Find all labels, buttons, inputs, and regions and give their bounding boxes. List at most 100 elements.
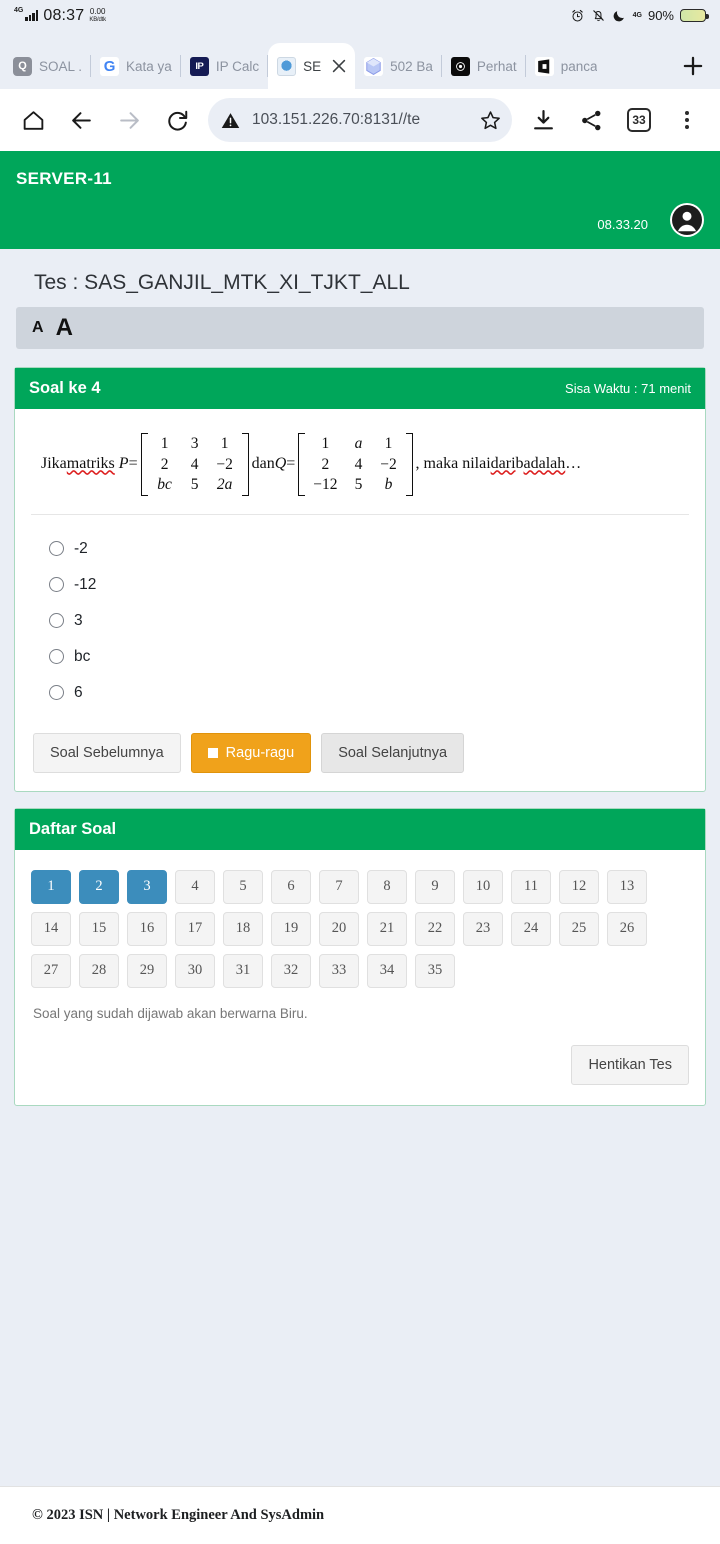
share-button[interactable] xyxy=(568,97,614,143)
question-number-19[interactable]: 19 xyxy=(271,911,311,946)
question-number-14[interactable]: 14 xyxy=(31,911,71,946)
question-number-13[interactable]: 13 xyxy=(607,869,647,904)
reload-button[interactable] xyxy=(154,97,200,143)
question-number-4[interactable]: 4 xyxy=(175,869,215,904)
address-bar[interactable]: 103.151.226.70:8131//te xyxy=(208,98,512,142)
question-word-adalah: adalah xyxy=(523,455,566,473)
question-number-16[interactable]: 16 xyxy=(127,911,167,946)
question-number-9[interactable]: 9 xyxy=(415,869,455,904)
question-card-header: Soal ke 4 Sisa Waktu : 71 menit xyxy=(15,368,705,409)
question-number-20[interactable]: 20 xyxy=(319,911,359,946)
status-left-group: 4G 08:37 0.00 KB/dtk xyxy=(14,7,106,25)
radio-button[interactable] xyxy=(49,613,64,629)
browser-tab-6[interactable]: panca xyxy=(526,43,607,89)
browser-tab-strip[interactable]: Q SOAL . G Kata ya IP IP Calc SE 502 Ba … xyxy=(0,31,720,89)
question-number-8[interactable]: 8 xyxy=(367,869,407,904)
question-number-21[interactable]: 21 xyxy=(367,911,407,946)
question-number-32[interactable]: 32 xyxy=(271,953,311,988)
radio-button[interactable] xyxy=(49,577,64,593)
browser-toolbar[interactable]: 103.151.226.70:8131//te 33 xyxy=(0,89,720,151)
question-number-27[interactable]: 27 xyxy=(31,953,71,988)
question-number-26[interactable]: 26 xyxy=(607,911,647,946)
font-size-toolbar[interactable]: A A xyxy=(16,307,704,349)
test-title: Tes : SAS_GANJIL_MTK_XI_TJKT_ALL xyxy=(34,271,410,294)
tab-label: Perhat xyxy=(476,58,517,74)
browser-tab-2[interactable]: IP IP Calc xyxy=(181,43,269,89)
browser-tab-3-active[interactable]: SE xyxy=(268,43,356,89)
user-avatar-icon[interactable] xyxy=(670,203,704,237)
battery-icon xyxy=(680,9,709,22)
radio-button[interactable] xyxy=(49,649,64,665)
question-number-12[interactable]: 12 xyxy=(559,869,599,904)
share-icon xyxy=(581,110,600,130)
cell: 5 xyxy=(354,476,363,494)
close-icon[interactable] xyxy=(329,56,349,76)
question-number-35[interactable]: 35 xyxy=(415,953,455,988)
question-number-11[interactable]: 11 xyxy=(511,869,551,904)
font-decrease-button[interactable]: A xyxy=(32,319,44,337)
mark-doubt-label: Ragu-ragu xyxy=(225,744,295,761)
question-number-23[interactable]: 23 xyxy=(463,911,503,946)
question-number-29[interactable]: 29 xyxy=(127,953,167,988)
browser-tab-4[interactable]: 502 Ba xyxy=(355,43,442,89)
question-tail-1: , maka nilai xyxy=(415,455,491,473)
matrix-p: 1 3 1 2 4 −2 bc 5 2a xyxy=(140,433,249,496)
next-question-button[interactable]: Soal Selanjutnya xyxy=(321,732,465,773)
previous-question-button[interactable]: Soal Sebelumnya xyxy=(33,732,181,773)
question-number-17[interactable]: 17 xyxy=(175,911,215,946)
question-number-6[interactable]: 6 xyxy=(271,869,311,904)
question-number-18[interactable]: 18 xyxy=(223,911,263,946)
question-card-body: Jika matriks P = 1 3 1 2 4 −2 bc 5 2a da… xyxy=(15,409,705,791)
download-button[interactable] xyxy=(520,97,566,143)
back-button[interactable] xyxy=(58,97,104,143)
cell: 4 xyxy=(354,455,363,473)
question-word-matriks: matriks xyxy=(66,455,115,473)
answer-option-4[interactable]: 6 xyxy=(31,675,689,711)
home-button[interactable] xyxy=(10,97,56,143)
question-number-2[interactable]: 2 xyxy=(79,869,119,904)
tab-switcher-button[interactable]: 33 xyxy=(616,97,662,143)
app-brand: SERVER-11 xyxy=(16,169,112,188)
question-number-15[interactable]: 15 xyxy=(79,911,119,946)
question-number-10[interactable]: 10 xyxy=(463,869,503,904)
menu-button[interactable] xyxy=(664,97,710,143)
radio-button[interactable] xyxy=(49,685,64,701)
font-increase-button[interactable]: A xyxy=(56,314,73,342)
question-number-30[interactable]: 30 xyxy=(175,953,215,988)
new-tab-button[interactable] xyxy=(670,43,716,89)
browser-tab-5[interactable]: Perhat xyxy=(442,43,526,89)
network-type-icon: 4G xyxy=(14,7,24,14)
bookmark-star-icon[interactable] xyxy=(478,108,502,132)
question-number-24[interactable]: 24 xyxy=(511,911,551,946)
question-number-28[interactable]: 28 xyxy=(79,953,119,988)
alarm-icon xyxy=(571,9,583,22)
home-icon xyxy=(23,110,43,130)
browser-tab-1[interactable]: G Kata ya xyxy=(91,43,181,89)
question-number-31[interactable]: 31 xyxy=(223,953,263,988)
bell-muted-icon xyxy=(592,10,604,22)
question-number-grid[interactable]: 1 2 3 4 5 6 7 8 9 10 11 12 13 14 15 16 17 18 19 20 21 22 23 24 2… xyxy=(31,866,689,988)
browser-tab-0[interactable]: Q SOAL . xyxy=(4,43,92,89)
answer-option-1[interactable]: -12 xyxy=(31,567,689,603)
matrix-p-symbol: P xyxy=(118,455,129,473)
answer-option-3[interactable]: bc xyxy=(31,639,689,675)
question-number-1[interactable]: 1 xyxy=(31,869,71,904)
stop-test-button[interactable]: Hentikan Tes xyxy=(571,1044,689,1085)
question-number-3[interactable]: 3 xyxy=(127,869,167,904)
data-network-icon: 4G xyxy=(632,12,642,19)
mark-doubt-button[interactable]: Ragu-ragu xyxy=(190,732,312,773)
question-number-25[interactable]: 25 xyxy=(559,911,599,946)
question-number-34[interactable]: 34 xyxy=(367,953,407,988)
question-number-33[interactable]: 33 xyxy=(319,953,359,988)
question-number-5[interactable]: 5 xyxy=(223,869,263,904)
question-number-7[interactable]: 7 xyxy=(319,869,359,904)
cell: 1 xyxy=(220,435,229,452)
forward-button[interactable] xyxy=(106,97,152,143)
question-number-22[interactable]: 22 xyxy=(415,911,455,946)
android-status-bar: 4G 08:37 0.00 KB/dtk 4G 90% xyxy=(0,0,720,31)
bracket-right xyxy=(405,433,413,496)
question-list-body: 1 2 3 4 5 6 7 8 9 10 11 12 13 14 15 16 17 18 19 20 21 22 23 24 2… xyxy=(15,850,705,1105)
answer-option-2[interactable]: 3 xyxy=(31,603,689,639)
radio-button[interactable] xyxy=(49,541,64,557)
answer-option-0[interactable]: -2 xyxy=(31,531,689,567)
